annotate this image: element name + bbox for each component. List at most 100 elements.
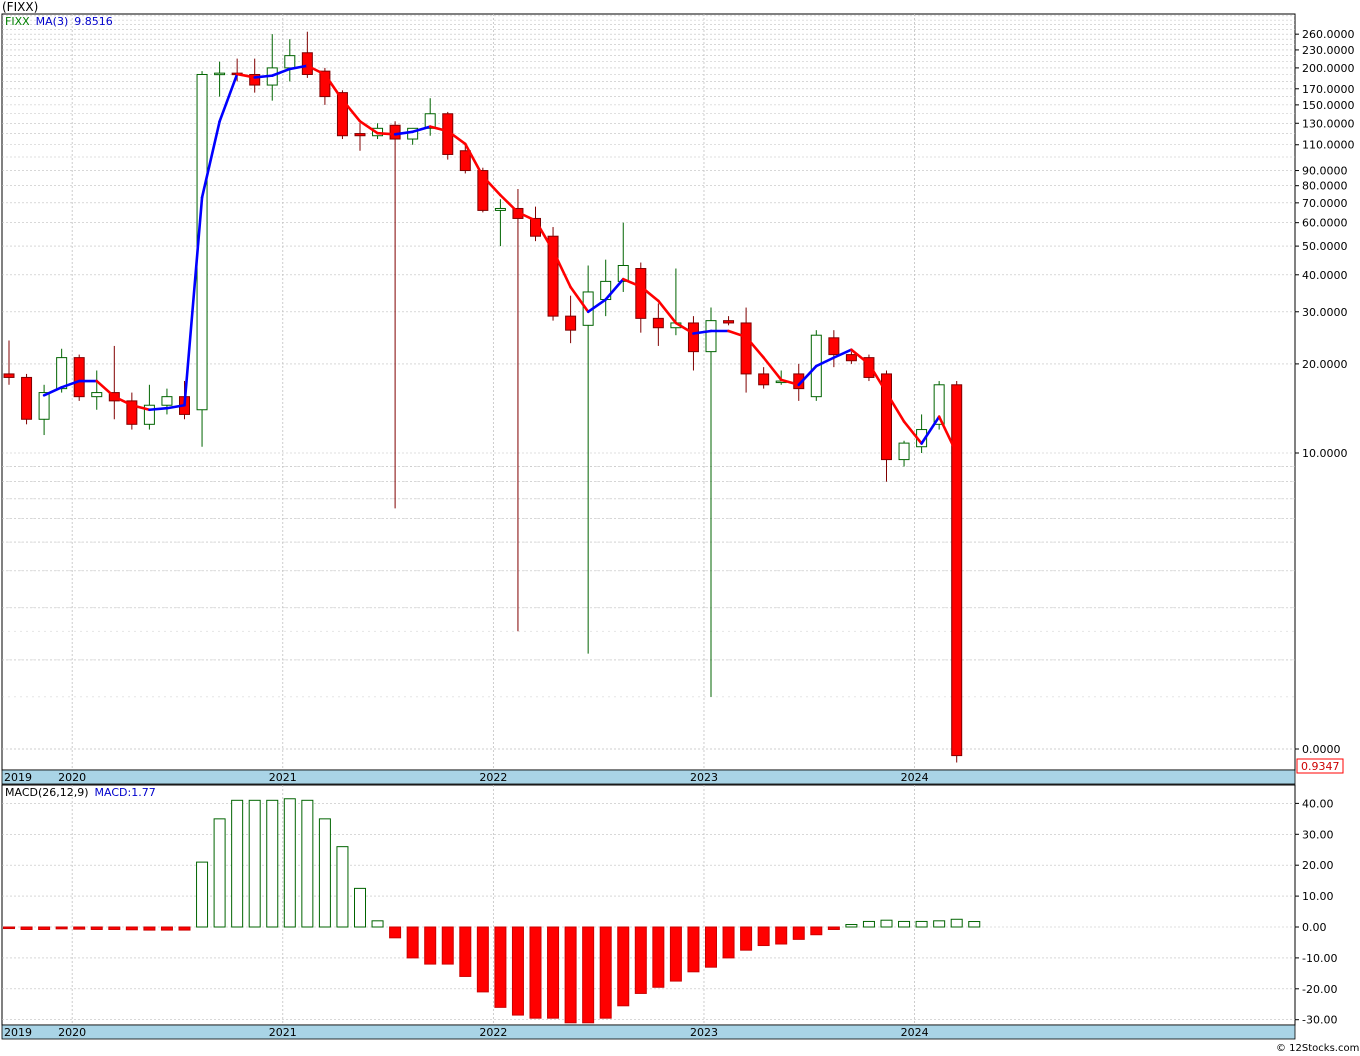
- legend-symbol: FIXX: [5, 15, 30, 28]
- macd-bar: [722, 926, 735, 959]
- last-price-label: 0.9347: [1301, 760, 1340, 773]
- price-axis-label: 70.0000: [1302, 197, 1348, 210]
- macd-bar: [933, 920, 946, 928]
- macd-bar: [318, 818, 331, 928]
- macd-bar: [406, 926, 419, 959]
- macd-bar: [196, 861, 209, 928]
- macd-bar: [582, 926, 595, 1024]
- legend-ma-value: 9.8516: [74, 15, 113, 28]
- macd-bar: [968, 921, 981, 928]
- candle-body: [758, 373, 770, 386]
- price-axis-label: 40.0000: [1302, 269, 1348, 282]
- macd-axis-label: -10.00: [1302, 952, 1337, 965]
- macd-bar: [494, 926, 507, 1008]
- price-axis-label: 90.0000: [1302, 165, 1348, 178]
- macd-bar: [880, 919, 893, 928]
- stock-chart: 260.0000 230.0000 200.0000 170.0000 150.0000…: [0, 0, 1360, 1056]
- price-axis-label: 50.0000: [1302, 240, 1348, 253]
- price-axis-label: 260.0000: [1302, 28, 1355, 41]
- candle-body: [705, 320, 717, 353]
- x-axis-year-label: 2024: [901, 771, 929, 784]
- macd-bar: [634, 926, 647, 994]
- price-axis-label: 80.0000: [1302, 180, 1348, 193]
- macd-bar: [617, 926, 630, 1007]
- candle-body: [845, 354, 857, 362]
- macd-date-strip: [1, 1024, 1296, 1040]
- macd-bar: [459, 926, 472, 977]
- macd-axis-label: -20.00: [1302, 983, 1337, 996]
- x-axis-year-label: 2024: [901, 1026, 929, 1039]
- macd-axis-label: 20.00: [1302, 859, 1334, 872]
- macd-bar: [371, 920, 384, 928]
- macd-bar: [283, 798, 296, 928]
- macd-legend: MACD(26,12,9) MACD:1.77: [5, 786, 156, 799]
- macd-bar: [38, 926, 51, 930]
- price-axis-label: 10.0000: [1302, 447, 1348, 460]
- macd-bar: [441, 926, 454, 965]
- x-axis-year-label: 2022: [479, 771, 507, 784]
- price-date-strip: [1, 769, 1296, 785]
- macd-bar: [862, 920, 875, 928]
- candle-body: [951, 384, 963, 757]
- candle-body: [565, 315, 577, 331]
- macd-bar: [950, 918, 963, 928]
- macd-bar: [476, 926, 489, 993]
- macd-bar: [108, 926, 121, 930]
- x-axis-year-label: 2020: [58, 771, 86, 784]
- candle-body: [3, 373, 15, 378]
- macd-bar: [564, 926, 577, 1024]
- candle-body: [723, 320, 735, 324]
- candle-body: [56, 357, 68, 390]
- macd-bar: [55, 926, 68, 930]
- legend-ma-label: MA(3): [36, 15, 69, 28]
- macd-axis-label: 10.00: [1302, 890, 1334, 903]
- candle-body: [301, 52, 313, 75]
- chart-symbol-title: (FIXX): [2, 0, 39, 14]
- x-axis-year-label: 2019: [4, 771, 32, 784]
- macd-bar: [3, 926, 15, 930]
- x-axis-year-label: 2020: [58, 1026, 86, 1039]
- macd-axis-label: 0.00: [1302, 921, 1327, 934]
- macd-bar: [687, 926, 700, 973]
- candle-body: [389, 124, 401, 140]
- candle-body: [73, 357, 85, 398]
- macd-bar: [143, 926, 156, 931]
- macd-axis-label: 40.00: [1302, 797, 1334, 810]
- macd-bar: [178, 926, 191, 931]
- candle-body: [354, 133, 366, 137]
- macd-bar: [827, 926, 840, 930]
- macd-bar: [231, 799, 244, 928]
- price-axis-label: 170.0000: [1302, 83, 1355, 96]
- macd-bar: [898, 920, 911, 928]
- price-axis-label: 110.0000: [1302, 139, 1355, 152]
- candle-body: [459, 150, 471, 172]
- macd-bar: [529, 926, 542, 1019]
- macd-value-label: MACD:1.77: [95, 786, 156, 799]
- macd-bar: [599, 926, 612, 1019]
- x-axis-year-label: 2021: [269, 771, 297, 784]
- candle-body: [652, 317, 664, 329]
- macd-bar: [354, 887, 366, 928]
- price-axis-label: 0.0000: [1302, 743, 1341, 756]
- candle-body: [635, 268, 647, 319]
- price-axis-label: 230.0000: [1302, 44, 1355, 57]
- candle-body: [687, 322, 699, 353]
- price-panel-frame: [1, 13, 1296, 771]
- macd-bar: [20, 926, 33, 930]
- macd-bar: [652, 926, 665, 988]
- macd-bar: [845, 924, 858, 928]
- x-axis-year-label: 2022: [479, 1026, 507, 1039]
- candle-body: [21, 376, 33, 420]
- macd-axis-label: 30.00: [1302, 828, 1334, 841]
- macd-bar: [757, 926, 770, 947]
- watermark-text: © 12Stocks.com: [1276, 1043, 1359, 1054]
- macd-bar: [775, 926, 788, 945]
- candle-body: [828, 337, 840, 356]
- price-axis-label: 200.0000: [1302, 62, 1355, 75]
- price-axis-label: 60.0000: [1302, 217, 1348, 230]
- macd-bar: [915, 920, 928, 928]
- macd-bar: [705, 926, 717, 968]
- ma-segment: [253, 74, 274, 79]
- x-axis-year-label: 2021: [269, 1026, 297, 1039]
- ma-segment: [376, 131, 397, 136]
